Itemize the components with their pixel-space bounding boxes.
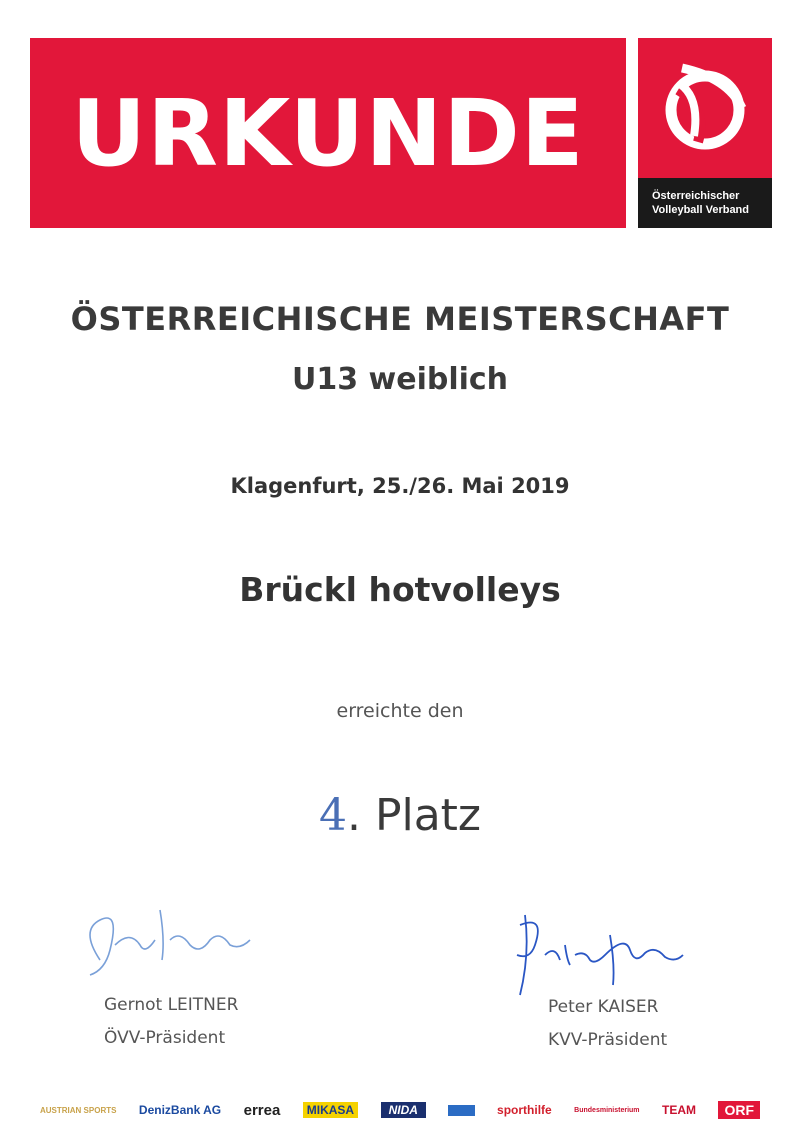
rank-suffix: . Platz: [346, 790, 482, 841]
sponsor-logo: ORF: [718, 1101, 760, 1119]
signature-name-2: Peter KAISER: [548, 997, 659, 1017]
signature-role-1: ÖVV-Präsident: [104, 1028, 226, 1048]
sponsor-logo-blue: [448, 1104, 475, 1116]
signature-name-1: Gernot LEITNER: [104, 995, 239, 1015]
signature-leitner: [89, 909, 251, 976]
sponsor-logo: AUSTRIAN SPORTS: [40, 1105, 117, 1115]
ovv-logo: Österreichischer Volleyball Verband: [638, 38, 772, 228]
sponsor-logo: NIDA: [380, 1102, 426, 1118]
sponsor-logo: Bundesministerium: [574, 1106, 640, 1114]
rank-line: 4. Platz: [0, 790, 800, 841]
event-category: U13 weiblich: [291, 362, 509, 397]
team-name: Brückl hotvolleys: [239, 570, 561, 609]
rank-number: 4: [318, 790, 347, 841]
sponsor-logo: DenizBank AG: [138, 1103, 222, 1117]
certificate-title: URKUNDE: [71, 79, 585, 187]
sponsor-logo: sporthilfe: [497, 1103, 552, 1117]
signature-kaiser: [516, 914, 684, 996]
sponsor-bar: AUSTRIAN SPORTS DenizBank AG errea MIKAS…: [40, 1098, 760, 1122]
logo-caption-line1: Österreichischer: [652, 190, 740, 202]
signature-role-2: KVV-Präsident: [548, 1030, 668, 1050]
sponsor-logo: TEAM: [661, 1103, 696, 1117]
sponsor-logo: errea: [243, 1101, 281, 1119]
event-location-date: Klagenfurt, 25./26. Mai 2019: [230, 474, 570, 498]
sponsor-logo: MIKASA: [302, 1102, 359, 1118]
logo-caption-line2: Volleyball Verband: [652, 204, 749, 216]
volleyball-icon: [665, 63, 747, 150]
achieved-text: erreichte den: [336, 700, 464, 722]
event-title: ÖSTERREICHISCHE MEISTERSCHAFT: [70, 300, 730, 338]
logo-caption: Österreichischer Volleyball Verband: [638, 178, 772, 228]
header-banner: URKUNDE: [30, 38, 626, 228]
